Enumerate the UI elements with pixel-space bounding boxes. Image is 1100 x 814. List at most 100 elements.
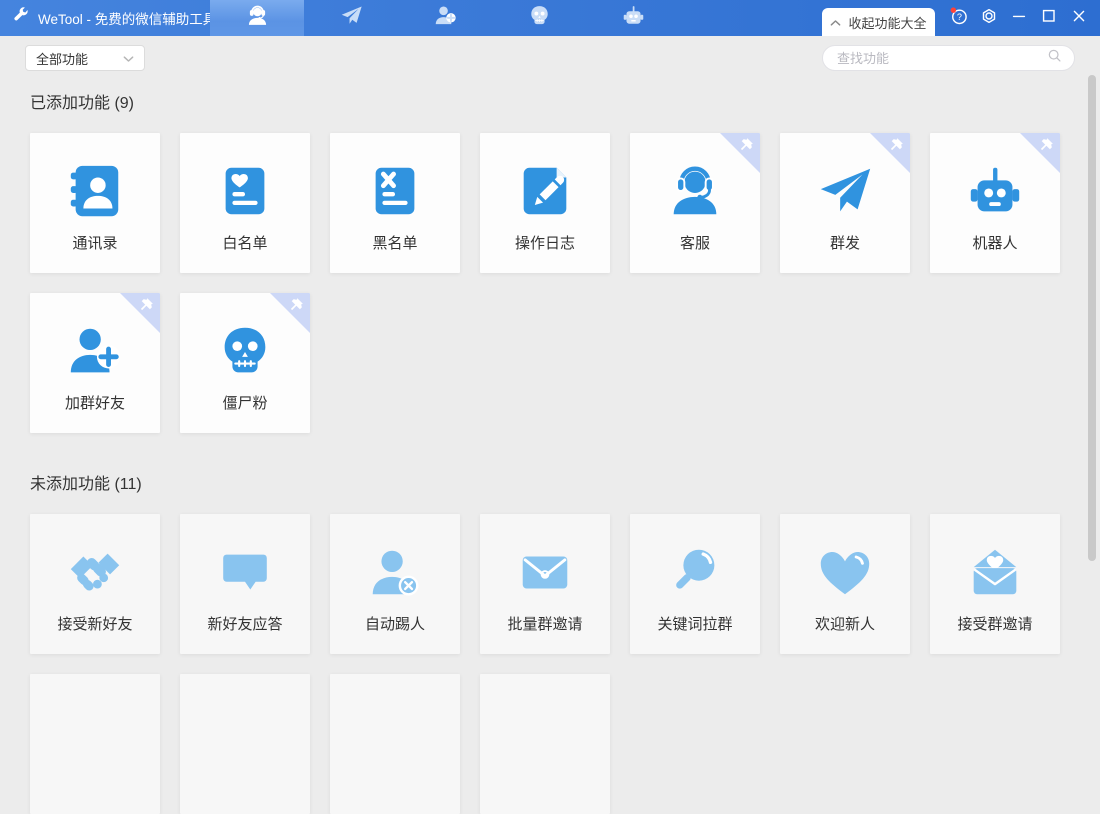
section-title-added: 已添加功能 (9) [30, 95, 135, 112]
feature-card[interactable] [330, 674, 460, 814]
envelope-heart-icon [964, 541, 1026, 603]
card-heart-icon [214, 160, 276, 222]
search-input[interactable] [835, 49, 1047, 67]
feature-card[interactable]: 新好友应答 [180, 514, 310, 654]
feature-card-label: 批量群邀请 [507, 616, 583, 633]
feature-card-label: 操作日志 [514, 235, 575, 252]
feature-card[interactable]: 欢迎新人 [780, 514, 910, 654]
feature-card[interactable]: 僵尸粉 [180, 293, 310, 433]
address-book-icon [64, 160, 126, 222]
scrollbar[interactable] [1088, 75, 1096, 561]
feature-card-label: 加群好友 [64, 395, 125, 412]
feature-card-label: 通讯录 [72, 235, 118, 252]
window-controls: ? [944, 0, 1094, 36]
feature-card-label: 白名单 [222, 235, 268, 252]
feature-card[interactable]: 群发 [780, 133, 910, 273]
nav-tab-group-send[interactable] [304, 0, 398, 36]
feature-card-label: 接受新好友 [57, 616, 133, 633]
paper-plane-icon [339, 3, 364, 33]
titlebar: WeTool - 免费的微信辅助工具 收起功能大全 ? [0, 0, 1100, 36]
feature-card-label: 机器人 [972, 235, 1018, 252]
feature-card[interactable]: 关键词拉群 [630, 514, 760, 654]
handshake-icon [64, 541, 126, 603]
collapse-tab-label: 收起功能大全 [848, 15, 927, 31]
robot-icon [964, 160, 1026, 222]
skull-icon [527, 3, 552, 33]
feature-card[interactable] [480, 674, 610, 814]
close-icon [1069, 6, 1089, 31]
feature-card[interactable]: 客服 [630, 133, 760, 273]
feature-card[interactable]: 通讯录 [30, 133, 160, 273]
search-icon [1047, 48, 1062, 68]
person-plus-icon [64, 320, 126, 382]
feature-panel: 已添加功能 (9) 通讯录 白名单 黑名单 操作日志 客服 群发 机器人加群好友 僵尸粉 未添… [0, 85, 1100, 814]
feature-card-label: 黑名单 [372, 235, 418, 252]
feature-card[interactable]: 接受新好友 [30, 514, 160, 654]
feature-card[interactable]: 白名单 [180, 133, 310, 273]
minimize-button[interactable] [1004, 0, 1034, 36]
headset-person-icon [245, 3, 270, 33]
nav-tabs [210, 0, 680, 36]
nav-tab-zombie-fans[interactable] [492, 0, 586, 36]
feature-card[interactable]: 黑名单 [330, 133, 460, 273]
feature-card[interactable]: 批量群邀请 [480, 514, 610, 654]
feature-card[interactable]: 接受群邀请 [930, 514, 1060, 654]
chevron-down-icon [123, 51, 134, 66]
added-features-grid: 通讯录 白名单 黑名单 操作日志 客服 群发 机器人加群好友 僵尸粉 [30, 133, 1100, 433]
wrench-icon [13, 7, 30, 29]
feature-card-label: 自动踢人 [364, 616, 425, 633]
feature-card[interactable]: 机器人 [930, 133, 1060, 273]
feature-card[interactable] [180, 674, 310, 814]
feature-card[interactable] [30, 674, 160, 814]
category-dropdown-value: 全部功能 [36, 51, 89, 67]
feature-card-label: 欢迎新人 [814, 616, 875, 633]
app-logo: WeTool - 免费的微信辅助工具 [13, 0, 216, 36]
pin-badge [720, 133, 760, 173]
pin-badge [1020, 133, 1060, 173]
maximize-button[interactable] [1034, 0, 1064, 36]
feature-card-label: 接受群邀请 [957, 616, 1033, 633]
pin-badge [870, 133, 910, 173]
headset-person-icon [664, 160, 726, 222]
pin-badge [270, 293, 310, 333]
pin-badge [120, 293, 160, 333]
pencil-doc-icon [514, 160, 576, 222]
feature-card[interactable]: 自动踢人 [330, 514, 460, 654]
paper-plane-icon [814, 160, 876, 222]
person-remove-icon [364, 541, 426, 603]
nav-tab-customer-service[interactable] [210, 0, 304, 36]
close-button[interactable] [1064, 0, 1094, 36]
help-button[interactable]: ? [944, 0, 974, 36]
person-plus-icon [433, 3, 458, 33]
help-icon: ? [949, 6, 969, 31]
maximize-icon [1039, 6, 1059, 31]
feature-card[interactable]: 操作日志 [480, 133, 610, 273]
minimize-icon [1009, 6, 1029, 31]
section-title-not-added: 未添加功能 (11) [30, 476, 142, 493]
feature-card-label: 客服 [679, 235, 710, 252]
search-box [822, 45, 1075, 71]
feature-card[interactable]: 加群好友 [30, 293, 160, 433]
feature-card-label: 僵尸粉 [222, 395, 268, 412]
heart-icon [814, 541, 876, 603]
robot-icon [621, 3, 646, 33]
gear-icon [979, 6, 999, 31]
toolbar: 全部功能 [0, 36, 1100, 85]
feature-card-label: 关键词拉群 [657, 616, 733, 633]
nav-tab-add-friend[interactable] [398, 0, 492, 36]
not-added-features-grid: 接受新好友 新好友应答 自动踢人 批量群邀请 关键词拉群 欢迎新人 接受群邀请 [30, 514, 1100, 814]
magnifier-icon [664, 541, 726, 603]
settings-button[interactable] [974, 0, 1004, 36]
chevron-up-icon [830, 15, 841, 30]
nav-tab-robot[interactable] [586, 0, 680, 36]
app-title: WeTool - 免费的微信辅助工具 [38, 12, 217, 27]
svg-text:?: ? [957, 12, 962, 22]
feature-card-label: 新好友应答 [207, 616, 283, 633]
feature-card-label: 群发 [829, 235, 860, 252]
card-x-icon [364, 160, 426, 222]
skull-icon [214, 320, 276, 382]
speech-bubble-icon [214, 541, 276, 603]
category-dropdown[interactable]: 全部功能 [25, 45, 145, 71]
envelope-icon [514, 541, 576, 603]
collapse-features-tab[interactable]: 收起功能大全 [822, 8, 935, 36]
